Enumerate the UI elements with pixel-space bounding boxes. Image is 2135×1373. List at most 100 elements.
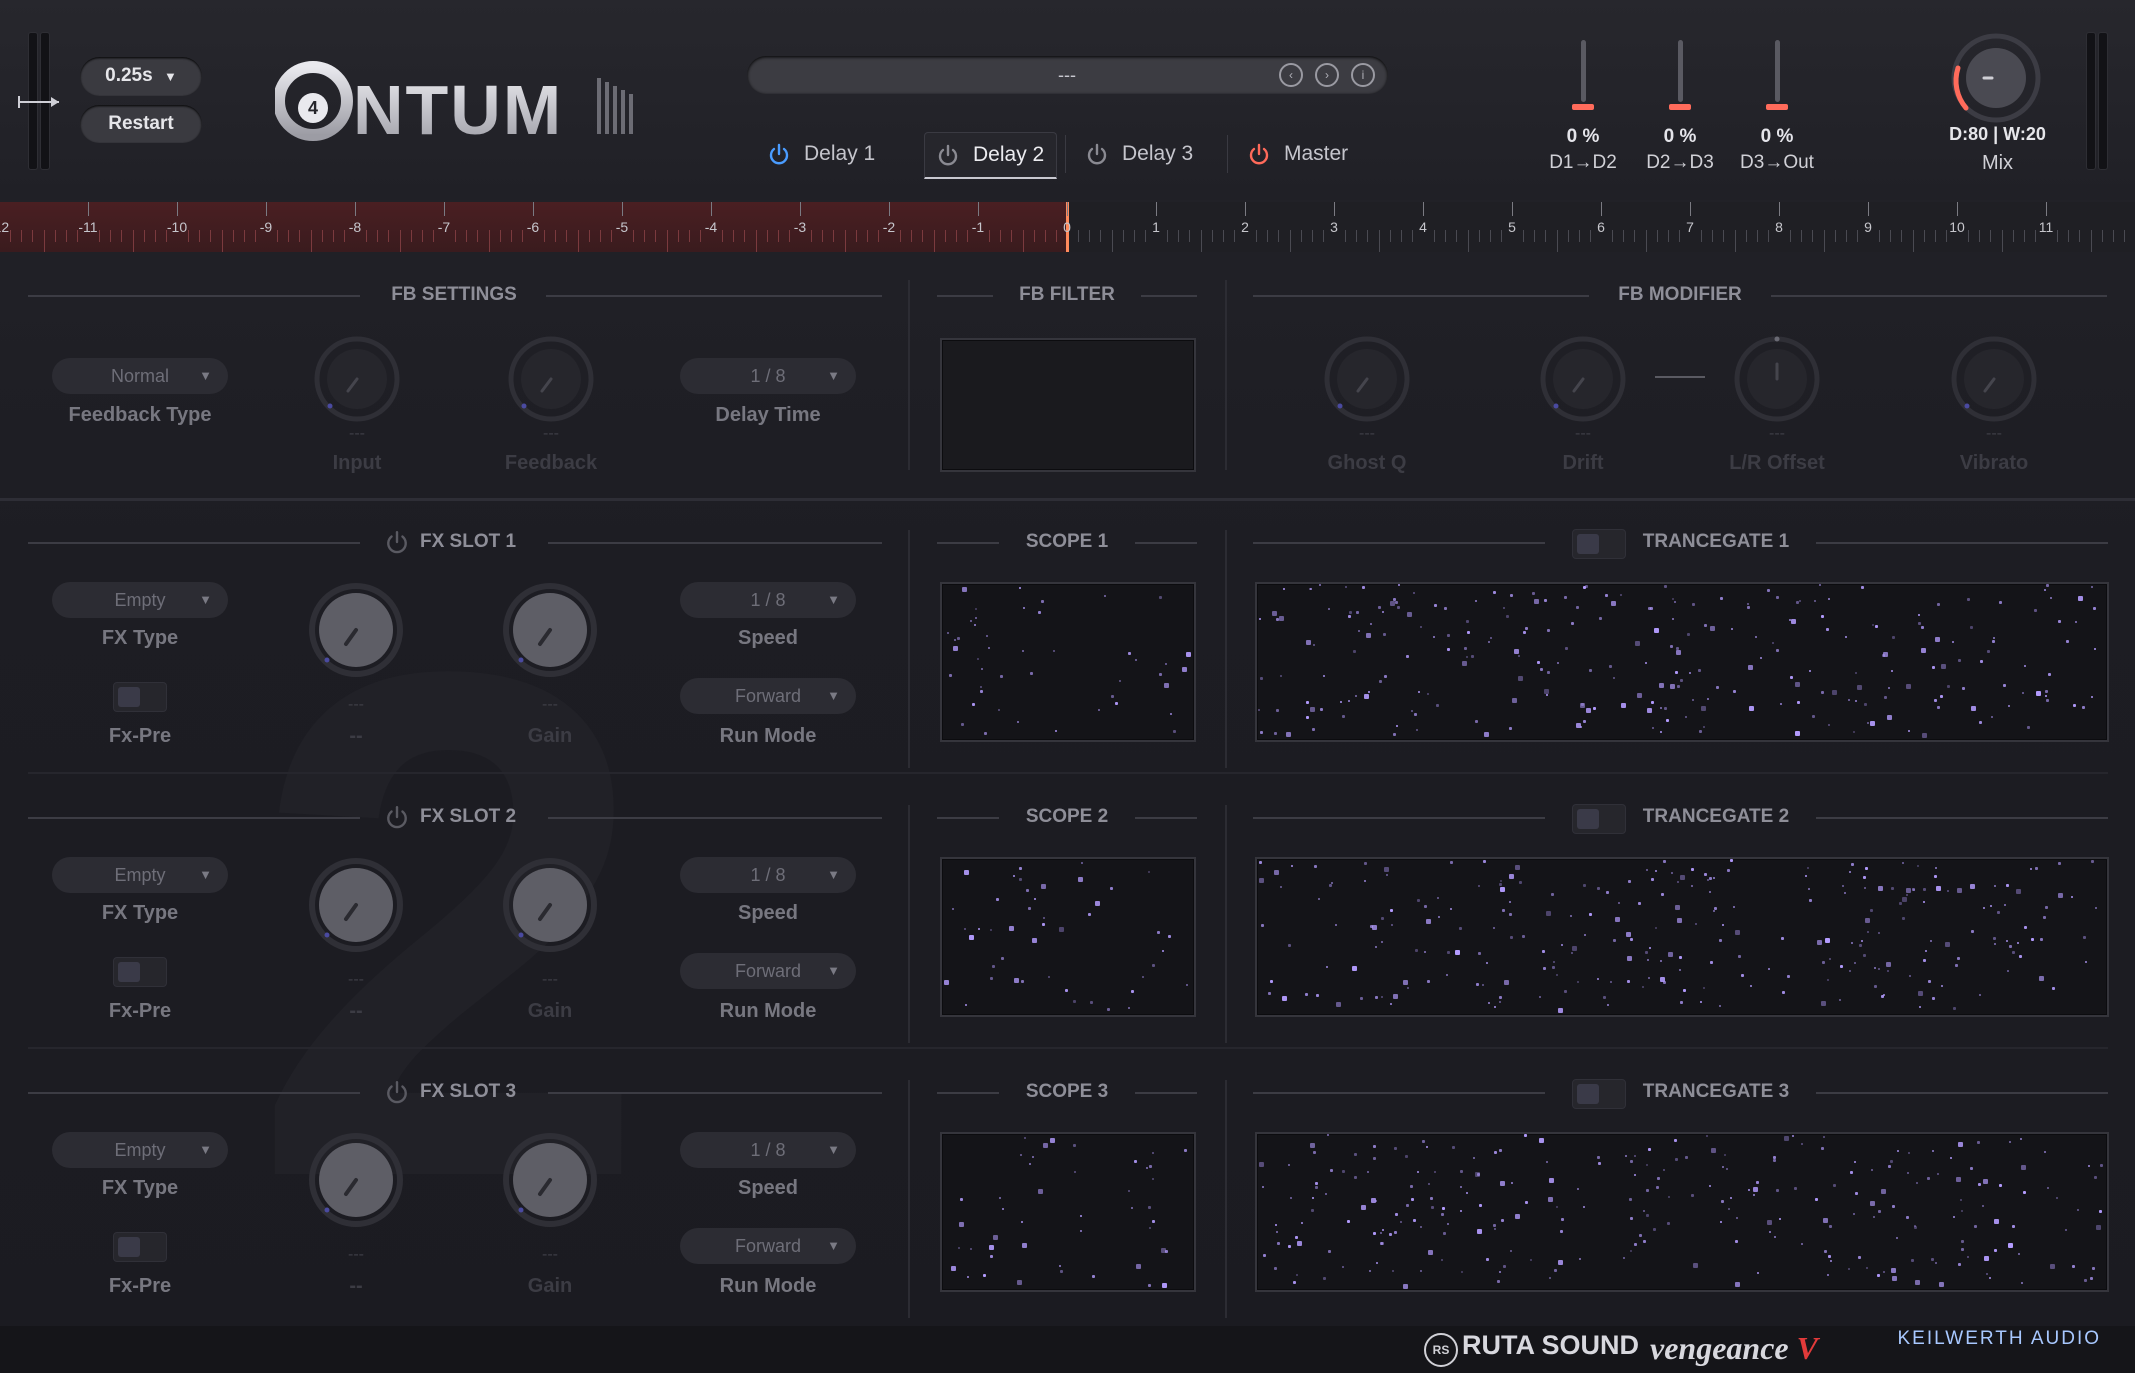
particle — [2021, 1165, 2026, 1170]
delay-timeline-ruler[interactable]: -12-11-10-9-8-7-6-5-4-3-2-10123456789101… — [0, 202, 2135, 252]
fx-type-dropdown[interactable]: Empty ▼ — [52, 857, 228, 893]
drift-knob[interactable] — [1538, 334, 1628, 424]
ruler-minor-tick — [844, 230, 846, 252]
previous-preset-icon[interactable]: ‹ — [1279, 63, 1303, 87]
level-slider-handle[interactable] — [17, 94, 61, 110]
fx-type-dropdown[interactable]: Empty ▼ — [52, 582, 228, 618]
lr-offset-knob[interactable] — [1732, 334, 1822, 424]
feedback-type-dropdown[interactable]: Normal ▼ — [52, 358, 228, 394]
route-fader[interactable] — [1571, 40, 1594, 110]
particle — [1675, 671, 1678, 674]
particle — [1999, 1184, 2002, 1187]
particle — [1484, 732, 1489, 737]
fx-param1-knob[interactable] — [306, 855, 406, 955]
fx-pre-toggle[interactable] — [113, 682, 167, 712]
scope-display[interactable] — [940, 857, 1196, 1017]
run-mode-dropdown[interactable]: Forward ▼ — [680, 678, 856, 714]
fx-param1-knob[interactable] — [306, 580, 406, 680]
input-knob[interactable] — [312, 334, 402, 424]
particle — [1543, 967, 1546, 970]
particle — [1500, 880, 1502, 882]
trancegate-toggle[interactable] — [1572, 804, 1626, 834]
slot-power-icon[interactable] — [385, 805, 409, 829]
particle — [1426, 1146, 1428, 1148]
scope-display[interactable] — [940, 1132, 1196, 1292]
vibrato-value: --- — [1986, 425, 2002, 442]
delay-time-dropdown[interactable]: 0.25s ▼ — [80, 57, 202, 96]
ruler-minor-tick — [1968, 230, 1970, 242]
particle — [1884, 696, 1887, 699]
particle — [1434, 1171, 1436, 1173]
vibrato-knob[interactable] — [1949, 334, 2039, 424]
fb-filter-display[interactable] — [940, 338, 1196, 472]
tab-delay-1[interactable]: Delay 1 — [768, 132, 875, 176]
route-d1-d2[interactable]: 0 % D1→D2 — [1533, 40, 1633, 174]
ghost-q-knob[interactable] — [1322, 334, 1412, 424]
particle — [1428, 1250, 1433, 1255]
particle — [1393, 994, 1398, 999]
particle — [1671, 872, 1673, 874]
particle — [1704, 873, 1707, 876]
ruler-minor-tick — [1033, 230, 1035, 242]
particle — [1756, 1181, 1759, 1184]
ruler-minor-tick — [1523, 230, 1525, 242]
ruler-minor-tick — [132, 230, 134, 252]
particle — [1312, 728, 1315, 731]
fx-param1-label: -- — [349, 1000, 363, 1022]
run-mode-dropdown[interactable]: Forward ▼ — [680, 953, 856, 989]
trancegate-display[interactable] — [1255, 857, 2109, 1017]
particle — [1369, 1270, 1371, 1272]
power-icon[interactable] — [768, 143, 790, 165]
particle — [1515, 865, 1520, 870]
feedback-knob[interactable] — [506, 334, 596, 424]
particle — [1605, 594, 1608, 597]
route-d3-out[interactable]: 0 % D3→Out — [1727, 40, 1827, 174]
trancegate-toggle[interactable] — [1572, 1079, 1626, 1109]
power-icon[interactable] — [1248, 143, 1270, 165]
particle — [1891, 887, 1894, 890]
speed-dropdown[interactable]: 1 / 8 ▼ — [680, 1132, 856, 1168]
slot-power-icon[interactable] — [385, 1080, 409, 1104]
tab-delay-3[interactable]: Delay 3 — [1086, 132, 1193, 176]
particle — [2040, 938, 2043, 941]
fx-gain-knob[interactable] — [500, 855, 600, 955]
trancegate-toggle[interactable] — [1572, 529, 1626, 559]
speed-label: Speed — [737, 627, 799, 649]
trancegate-display[interactable] — [1255, 582, 2109, 742]
route-fader[interactable] — [1668, 40, 1691, 110]
fx-gain-knob[interactable] — [500, 580, 600, 680]
speed-dropdown[interactable]: 1 / 8 ▼ — [680, 857, 856, 893]
delay-time-division-dropdown[interactable]: 1 / 8 ▼ — [680, 358, 856, 394]
particle — [1367, 1171, 1369, 1173]
particle — [1499, 1001, 1501, 1003]
tab-delay-2[interactable]: Delay 2 — [924, 132, 1058, 179]
particle — [2091, 860, 2094, 863]
slot-power-icon[interactable] — [385, 530, 409, 554]
speed-dropdown[interactable]: 1 / 8 ▼ — [680, 582, 856, 618]
fx-param1-knob[interactable] — [306, 1130, 406, 1230]
ruler-minor-tick — [566, 230, 568, 242]
trancegate-display[interactable] — [1255, 1132, 2109, 1292]
info-icon[interactable]: i — [1351, 63, 1375, 87]
fx-pre-toggle[interactable] — [113, 1232, 167, 1262]
run-mode-dropdown[interactable]: Forward ▼ — [680, 1228, 856, 1264]
particle — [1497, 1280, 1500, 1283]
power-icon[interactable] — [937, 144, 959, 166]
scope-display[interactable] — [940, 582, 1196, 742]
mix-knob[interactable] — [1948, 30, 2044, 126]
particle — [1478, 952, 1481, 955]
tab-master[interactable]: Master — [1248, 132, 1348, 176]
fx-gain-knob[interactable] — [500, 1130, 600, 1230]
fx-pre-toggle[interactable] — [113, 957, 167, 987]
route-d2-d3[interactable]: 0 % D2→D3 — [1630, 40, 1730, 174]
particle — [1277, 1242, 1280, 1245]
fx-type-dropdown[interactable]: Empty ▼ — [52, 1132, 228, 1168]
particle — [1947, 890, 1949, 892]
next-preset-icon[interactable]: › — [1315, 63, 1339, 87]
ruler-tick-label: -10 — [166, 219, 188, 235]
route-fader[interactable] — [1765, 40, 1788, 110]
particle — [1728, 1208, 1730, 1210]
restart-button[interactable]: Restart — [80, 105, 202, 143]
power-icon[interactable] — [1086, 143, 1108, 165]
particle — [1722, 1166, 1724, 1168]
